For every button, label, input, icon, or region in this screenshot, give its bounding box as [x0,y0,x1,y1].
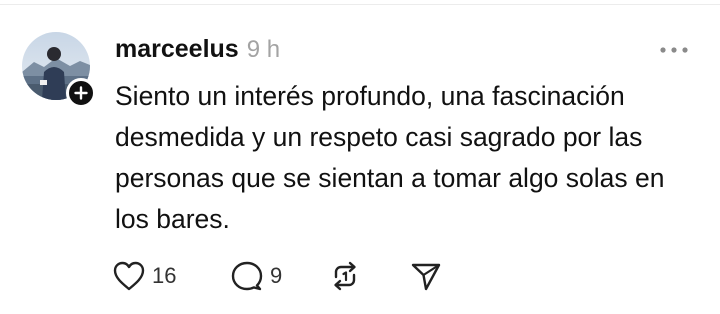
thread-post-view: marceelus 9 h Siento un interés profundo… [0,0,720,314]
timestamp: 9 h [246,36,281,63]
reply-button[interactable]: 9 [230,260,328,292]
repost-icon [334,261,356,291]
send-icon [411,263,441,291]
action-bar: 16 9 [112,256,450,296]
avatar-container[interactable] [22,32,96,108]
more-icon [660,47,688,53]
share-button[interactable] [410,260,450,292]
more-options-button[interactable] [656,38,692,62]
post: marceelus 9 h Siento un interés profundo… [0,0,720,314]
comment-icon [231,261,263,291]
heart-icon [113,261,145,291]
post-header: marceelus 9 h [115,35,280,64]
like-count: 16 [152,263,177,288]
like-button[interactable]: 16 [112,260,230,292]
plus-icon [74,86,88,100]
repost-button[interactable] [328,260,410,292]
username[interactable]: marceelus [115,35,239,64]
reply-count: 9 [270,263,283,288]
follow-button[interactable] [66,78,96,108]
post-text: Siento un interés profundo, una fascinac… [115,81,665,234]
